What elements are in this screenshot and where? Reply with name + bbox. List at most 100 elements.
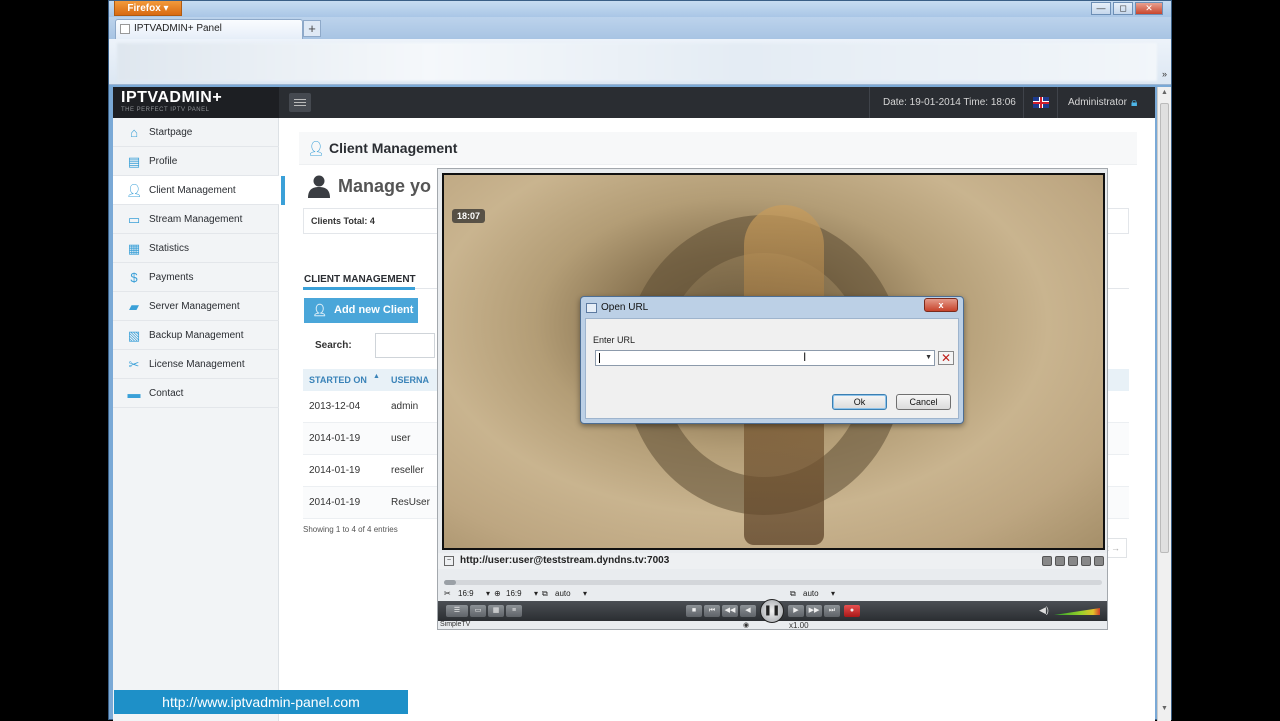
user-icon: 👤︎ (126, 183, 143, 198)
add-user-icon: 👤︎ (312, 303, 328, 317)
chevron-down-icon[interactable]: ▾ (486, 589, 490, 598)
sidebar-item-server-management[interactable]: ▰ Server Management (113, 292, 279, 321)
backup-icon: ▧ (127, 328, 141, 343)
close-window-button[interactable]: ✕ (1135, 2, 1163, 15)
add-client-button[interactable]: 👤︎ Add new Client (304, 298, 418, 323)
player-brand: SimpleTV (440, 621, 471, 628)
sidebar-item-contact[interactable]: ▬ Contact (113, 379, 279, 408)
next-icon[interactable]: ⏭ (824, 605, 840, 617)
step-forward-icon[interactable]: ▶ (788, 605, 804, 617)
new-tab-button[interactable]: + (303, 20, 321, 37)
snapshot-icon[interactable]: ◉ (743, 621, 749, 629)
chevron-down-icon[interactable]: ▼ (925, 354, 932, 361)
prev-icon[interactable]: ⏮ (704, 605, 720, 617)
sidebar: ⌂ Startpage ▤ Profile 👤︎ Client Management … (113, 118, 285, 721)
stream-url-bar: ~ http://user:user@teststream.dyndns.tv:… (438, 553, 1107, 569)
page-title-bar: 👤︎ Client Management (299, 132, 1137, 165)
search-label: Search: (315, 340, 352, 351)
dialog-body: Enter URL ▼ ✕ Ok Cancel (585, 318, 959, 419)
deinterlace-icon[interactable]: ⧉ (542, 589, 548, 599)
column-started-on[interactable]: STARTED ON (309, 375, 367, 385)
window-mode-icon[interactable] (1055, 556, 1065, 566)
clear-url-button[interactable]: ✕ (938, 351, 954, 365)
firefox-menu-button[interactable]: Firefox ▾ (114, 1, 182, 16)
user-icon: 👤︎ (307, 140, 325, 156)
column-username[interactable]: USERNA (391, 375, 429, 385)
step-back-icon[interactable]: ◀ (740, 605, 756, 617)
uk-flag-icon[interactable] (1033, 97, 1049, 108)
maximize-button[interactable]: ◻ (1113, 2, 1133, 15)
scroll-up-icon[interactable]: ▲ (1161, 89, 1168, 96)
grid-icon[interactable]: ▦ (488, 605, 504, 617)
stop-icon[interactable]: ■ (686, 605, 702, 617)
lock-icon[interactable]: 🔒︎ (1131, 95, 1137, 110)
cell-started-on: 2014-01-19 (309, 497, 361, 508)
rewind-icon[interactable]: ◀◀ (722, 605, 738, 617)
chevron-down-icon[interactable]: ▾ (534, 589, 538, 598)
playback-speed[interactable]: x1.00 (789, 621, 809, 630)
window-mode-icon[interactable] (1068, 556, 1078, 566)
option-select[interactable]: auto (803, 589, 819, 598)
toolbar-overflow-icon[interactable]: » (1162, 69, 1167, 79)
sidebar-item-stream-management[interactable]: ▭ Stream Management (113, 205, 279, 234)
volume-slider[interactable] (1054, 608, 1100, 615)
cell-started-on: 2013-12-04 (309, 401, 361, 412)
browser-tab[interactable]: IPTVADMIN+ Panel (115, 19, 303, 39)
sidebar-item-startpage[interactable]: ⌂ Startpage (113, 118, 279, 147)
aspect-select[interactable]: 16:9 (458, 589, 474, 598)
sidebar-item-client-management[interactable]: 👤︎ Client Management (113, 176, 285, 205)
window-mode-icon[interactable] (1081, 556, 1091, 566)
sidebar-item-payments[interactable]: $ Payments (113, 263, 279, 292)
scroll-down-icon[interactable]: ▼ (1161, 705, 1168, 712)
sidebar-item-backup-management[interactable]: ▧ Backup Management (113, 321, 279, 350)
volume-icon[interactable]: ◀) (1039, 605, 1049, 616)
minimize-button[interactable]: — (1091, 2, 1111, 15)
sidebar-item-label: Server Management (149, 301, 240, 312)
cell-started-on: 2014-01-19 (309, 465, 361, 476)
menu-toggle-button[interactable] (289, 93, 311, 112)
chevron-down-icon[interactable]: ▾ (583, 589, 587, 598)
fast-forward-icon[interactable]: ▶▶ (806, 605, 822, 617)
header-divider (1057, 87, 1058, 118)
sidebar-item-label: Profile (149, 156, 178, 167)
scroll-thumb[interactable] (1160, 103, 1169, 553)
monitor-icon: ▭ (127, 212, 141, 227)
search-input[interactable] (375, 333, 435, 358)
video-time-overlay: 18:07 (452, 209, 486, 223)
sort-asc-icon[interactable]: ▲ (373, 373, 380, 380)
seek-bar[interactable] (444, 580, 1102, 585)
sidebar-item-label: Client Management (149, 185, 236, 196)
cell-started-on: 2014-01-19 (309, 433, 361, 444)
option-select[interactable]: auto (555, 589, 571, 598)
playlist-icon[interactable]: ☰ (446, 605, 468, 617)
sidebar-item-statistics[interactable]: ▦ Statistics (113, 234, 279, 263)
zoom-icon[interactable]: ⊕ (494, 589, 501, 598)
sidebar-item-license-management[interactable]: ✂ License Management (113, 350, 279, 379)
page-scrollbar[interactable]: ▲ ▼ (1157, 87, 1171, 721)
stream-icon: ~ (444, 556, 454, 566)
cancel-button[interactable]: Cancel (896, 394, 951, 410)
datetime-display: Date: 19-01-2014 Time: 18:06 (883, 97, 1016, 108)
player-status-bar: SimpleTV ◉ x1.00 (438, 621, 1107, 630)
sidebar-item-profile[interactable]: ▤ Profile (113, 147, 279, 176)
cell-username: user (391, 433, 411, 444)
chevron-down-icon[interactable]: ▾ (831, 589, 835, 598)
logo[interactable]: IPTVADMIN+ THE PERFECT IPTV PANEL (113, 87, 279, 118)
dialog-title: Open URL (601, 302, 649, 313)
record-icon[interactable]: ● (844, 605, 860, 617)
url-input[interactable]: ▼ (595, 350, 935, 366)
user-menu[interactable]: Administrator (1068, 97, 1127, 108)
window-mode-icon[interactable] (1094, 556, 1104, 566)
dialog-window-icon (586, 303, 597, 313)
aspect-select[interactable]: 16:9 (506, 589, 522, 598)
layout-icon[interactable]: ▭ (470, 605, 486, 617)
pause-button[interactable]: ❚❚ (760, 599, 784, 623)
list-icon[interactable]: ≡ (506, 605, 522, 617)
dialog-close-button[interactable]: x (924, 298, 958, 312)
ok-button[interactable]: Ok (832, 394, 887, 410)
user-silhouette-icon (308, 175, 330, 198)
audio-track-icon[interactable]: ⧉ (790, 589, 796, 599)
window-mode-icon[interactable] (1042, 556, 1052, 566)
crop-icon[interactable]: ✂ (444, 589, 451, 598)
sidebar-item-label: Stream Management (149, 214, 243, 225)
